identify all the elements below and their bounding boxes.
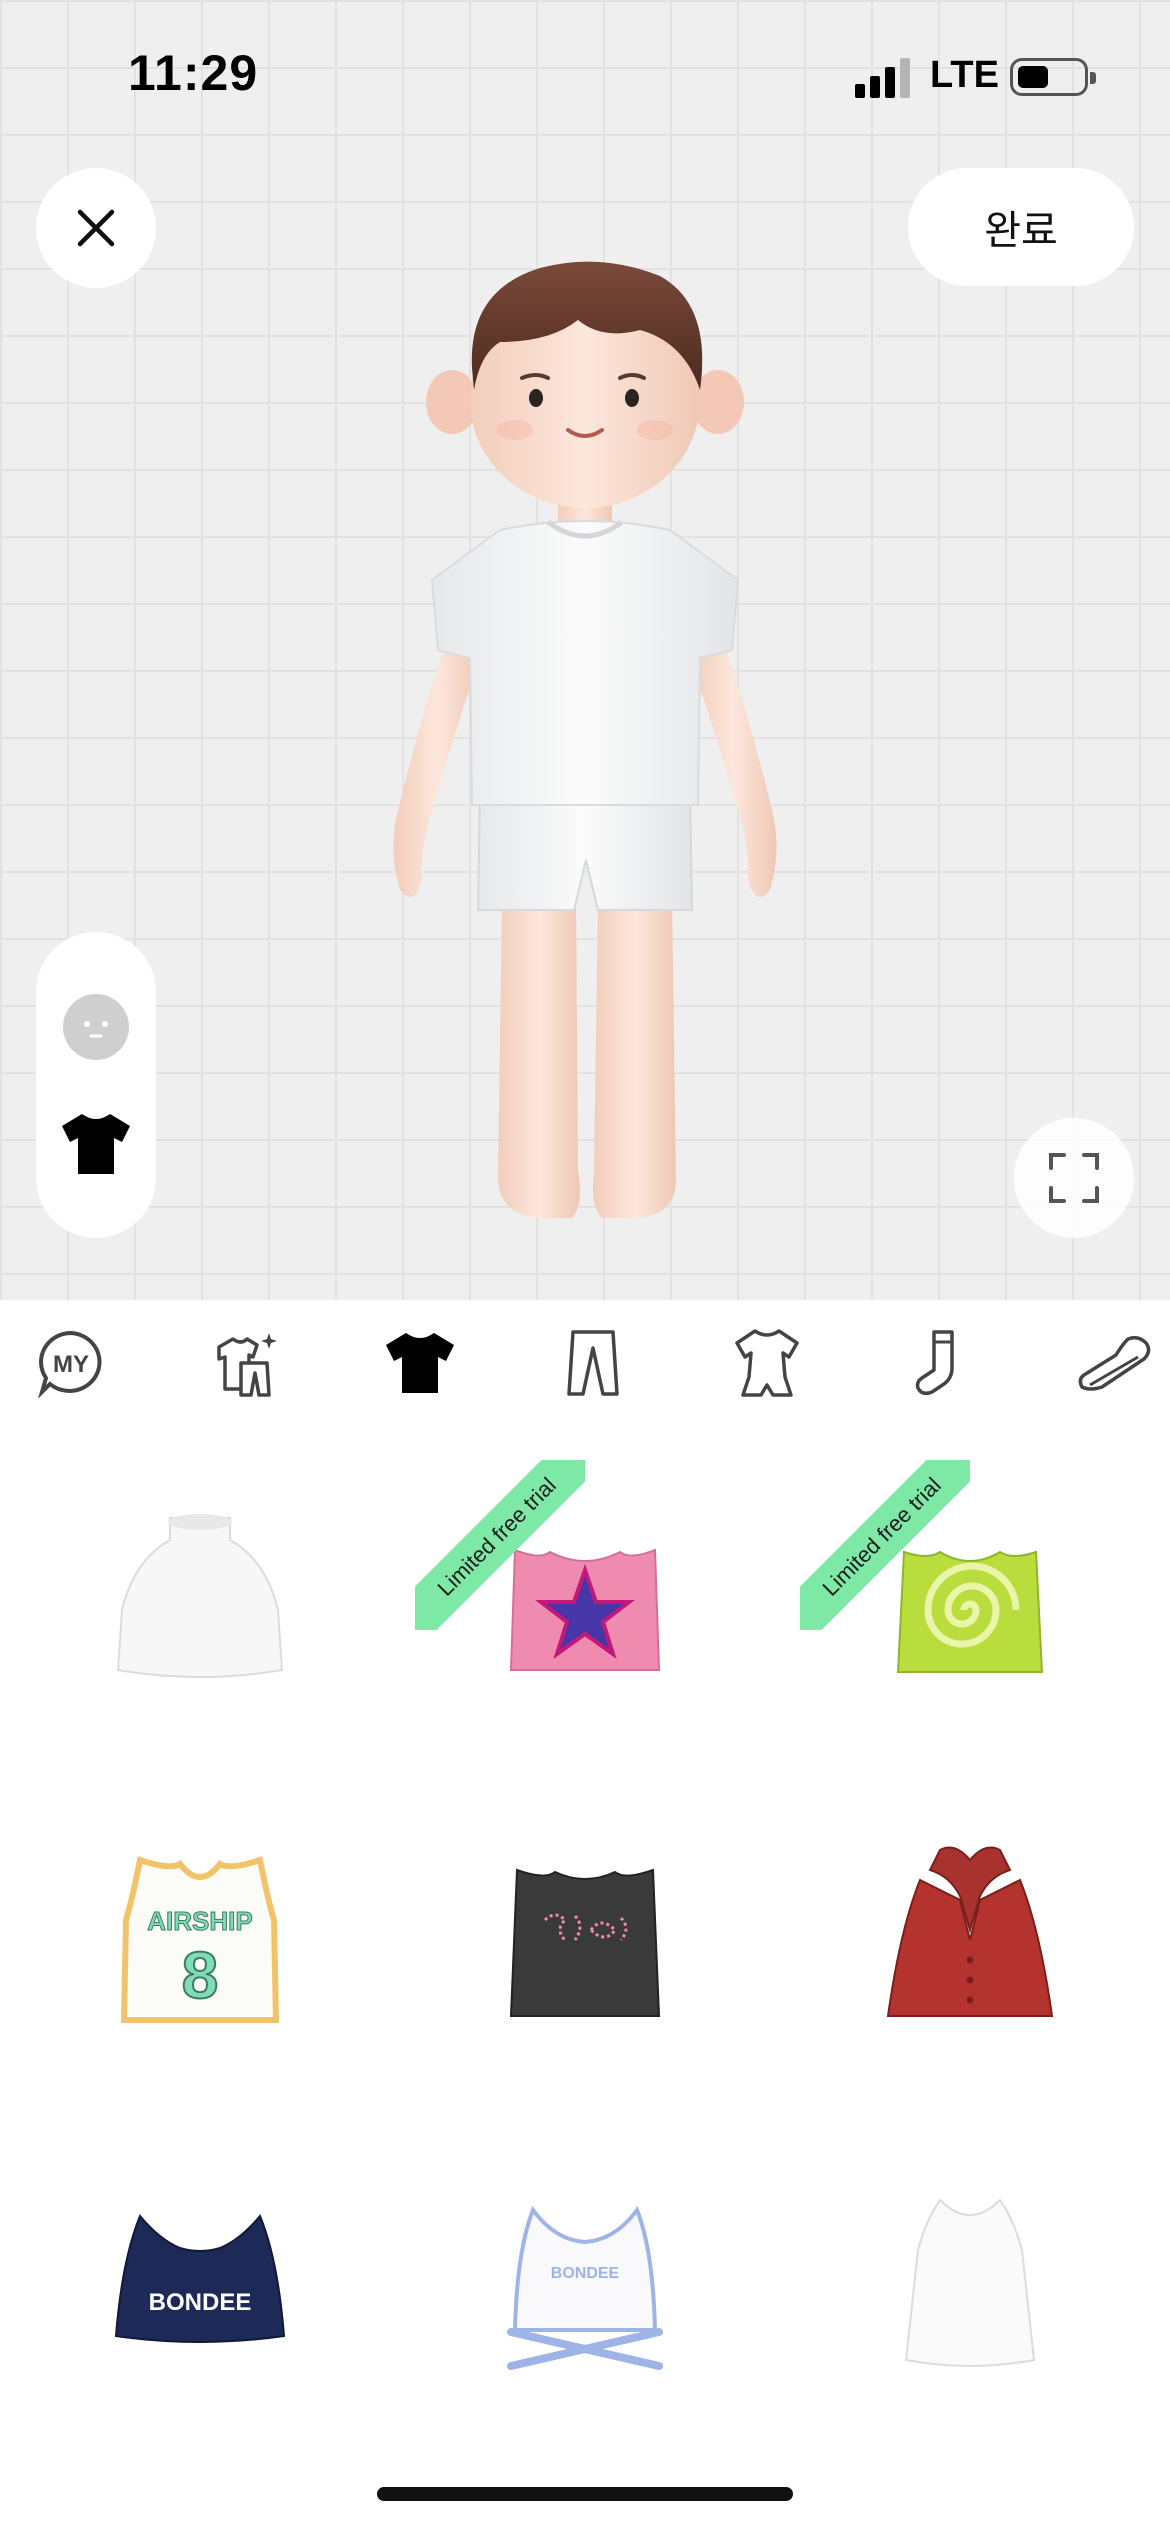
- white-tank-top-image: [904, 2198, 1036, 2367]
- shoe-icon: [1078, 1335, 1151, 1391]
- badge-label: Limited free trial: [800, 1460, 970, 1630]
- outfit-set-icon: [217, 1333, 277, 1397]
- home-indicator[interactable]: [377, 2487, 793, 2501]
- limited-free-trial-badge: Limited free trial: [800, 1460, 970, 1630]
- item-airship-basketball-jersey[interactable]: AIRSHIP 8: [30, 1820, 370, 2120]
- item-white-bondee-cross-crop-top[interactable]: BONDEE: [415, 2170, 755, 2470]
- avatar-stage[interactable]: 11:29 LTE 완료: [0, 0, 1170, 1300]
- tab-my[interactable]: MY: [26, 1318, 116, 1408]
- status-bar: 11:29 LTE: [0, 0, 1170, 150]
- tshirt-icon[interactable]: [60, 1110, 132, 1178]
- tab-bottoms[interactable]: [548, 1318, 638, 1408]
- fullscreen-button[interactable]: [1014, 1118, 1134, 1238]
- pants-icon: [567, 1330, 619, 1396]
- sports-bra-print-text: BONDEE: [149, 2289, 252, 2316]
- fullscreen-icon: [1049, 1153, 1099, 1203]
- black-graphic-tank-image: [509, 1868, 661, 2017]
- airship-jersey-image: AIRSHIP 8: [120, 1856, 280, 2023]
- item-navy-bondee-sports-bra[interactable]: BONDEE: [30, 2170, 370, 2470]
- status-time: 11:29: [128, 45, 259, 101]
- face-icon[interactable]: [63, 994, 129, 1060]
- close-icon: [77, 209, 115, 247]
- tab-shoes[interactable]: [1070, 1318, 1160, 1408]
- tab-tops[interactable]: [375, 1318, 465, 1408]
- item-white-halter-crop-top[interactable]: [30, 1460, 370, 1760]
- tab-onepiece[interactable]: [722, 1318, 812, 1408]
- network-label: LTE: [930, 54, 999, 96]
- item-pink-star-tank-top[interactable]: Limited free trial: [415, 1460, 755, 1760]
- limited-free-trial-badge: Limited free trial: [415, 1460, 585, 1630]
- my-icon: MY: [38, 1330, 102, 1398]
- badge-label: Limited free trial: [415, 1460, 585, 1630]
- jersey-number: 8: [182, 1938, 219, 2012]
- item-white-tank-top[interactable]: [800, 2170, 1140, 2470]
- onepiece-icon: [735, 1329, 799, 1397]
- battery-icon: [1010, 58, 1096, 96]
- item-red-halter-vest[interactable]: [800, 1820, 1140, 2120]
- tab-outfit-sets[interactable]: [202, 1318, 292, 1408]
- red-halter-vest-image: [886, 1846, 1054, 2017]
- white-halter-crop-top-image: [116, 1514, 284, 1678]
- avatar-figure[interactable]: [340, 250, 830, 1240]
- white-cross-crop-top-image: BONDEE: [507, 2205, 663, 2370]
- item-black-graphic-tank[interactable]: [415, 1820, 755, 2120]
- tshirt-icon: [386, 1333, 454, 1393]
- crop-top-print-text: BONDEE: [551, 2265, 620, 2282]
- my-label: MY: [53, 1351, 89, 1378]
- sock-icon: [915, 1330, 954, 1396]
- navy-sports-bra-image: BONDEE: [114, 2214, 286, 2343]
- signal-icon: [855, 58, 913, 98]
- view-mode-pill: [36, 932, 156, 1238]
- item-green-tie-dye-crop-top[interactable]: Limited free trial: [800, 1460, 1140, 1760]
- tab-socks[interactable]: [895, 1318, 985, 1408]
- jersey-print-text: AIRSHIP: [147, 1906, 252, 1936]
- close-button[interactable]: [36, 168, 156, 288]
- done-button[interactable]: 완료: [908, 168, 1134, 286]
